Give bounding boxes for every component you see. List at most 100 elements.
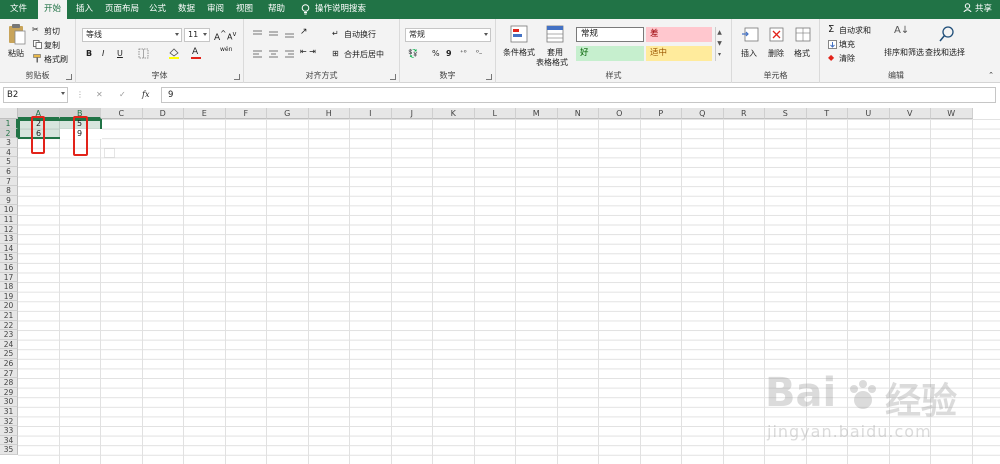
tell-me-search[interactable]: 操作说明搜索: [315, 0, 366, 19]
horizontal-align-icon[interactable]: [252, 49, 294, 59]
column-header-o[interactable]: O: [599, 108, 641, 119]
row-header[interactable]: 30: [0, 397, 18, 407]
row-header[interactable]: 8: [0, 186, 18, 196]
collapse-ribbon-icon[interactable]: ⌃: [988, 71, 994, 79]
column-header-k[interactable]: K: [433, 108, 475, 119]
row-header[interactable]: 12: [0, 224, 18, 235]
tab-review[interactable]: 审阅: [201, 0, 230, 19]
select-all-corner[interactable]: [0, 108, 18, 119]
row-header[interactable]: 6: [0, 167, 18, 177]
tab-view[interactable]: 视图: [230, 0, 259, 19]
style-bad[interactable]: 差: [646, 27, 712, 42]
column-header-j[interactable]: J: [391, 108, 433, 119]
row-header[interactable]: 26: [0, 359, 18, 369]
row-header[interactable]: 32: [0, 416, 18, 427]
styles-scroll[interactable]: ▲ ▼ ▾: [715, 27, 723, 61]
clear-button[interactable]: ◆ 清除: [828, 53, 888, 65]
bold-button[interactable]: B: [86, 49, 92, 58]
column-header-v[interactable]: V: [889, 108, 931, 119]
column-header-u[interactable]: U: [848, 108, 890, 119]
row-header[interactable]: 19: [0, 291, 18, 302]
column-header-n[interactable]: N: [557, 108, 599, 119]
style-neutral[interactable]: 适中: [646, 46, 712, 61]
tab-insert[interactable]: 插入: [70, 0, 99, 19]
row-header[interactable]: 14: [0, 243, 18, 254]
column-header-l[interactable]: L: [474, 108, 516, 119]
decrease-decimal-icon[interactable]: ⁰₋: [476, 49, 483, 57]
number-format-select[interactable]: 常规: [405, 28, 491, 42]
formula-input[interactable]: 9: [161, 87, 996, 103]
clipboard-launcher-icon[interactable]: [66, 74, 72, 80]
column-header-g[interactable]: G: [267, 108, 309, 119]
underline-button[interactable]: U: [117, 49, 123, 58]
row-header[interactable]: 35: [0, 445, 18, 455]
find-select-button[interactable]: 查找和选择: [924, 23, 970, 67]
tab-data[interactable]: 数据: [172, 0, 201, 19]
increase-decimal-icon[interactable]: ⁺⁰: [460, 49, 467, 57]
column-header-w[interactable]: W: [931, 108, 973, 119]
column-header-e[interactable]: E: [184, 108, 226, 119]
row-header[interactable]: 27: [0, 368, 18, 379]
currency-icon[interactable]: 💱: [408, 49, 418, 58]
enter-icon[interactable]: ✓: [119, 90, 126, 99]
vertical-align-icon[interactable]: [252, 29, 294, 39]
font-color-button[interactable]: A: [190, 46, 202, 60]
autosum-button[interactable]: Σ 自动求和: [828, 24, 888, 37]
row-header[interactable]: 29: [0, 387, 18, 398]
style-good[interactable]: 好: [576, 46, 644, 61]
name-box[interactable]: B2: [3, 87, 68, 103]
font-launcher-icon[interactable]: [234, 74, 240, 80]
conditional-format-button[interactable]: 条件格式: [501, 23, 537, 69]
border-icon[interactable]: [138, 48, 150, 59]
row-header[interactable]: 20: [0, 301, 18, 311]
style-normal[interactable]: 常规: [576, 27, 644, 42]
row-header[interactable]: 34: [0, 435, 18, 446]
copy-button[interactable]: 复制: [32, 39, 72, 50]
row-header[interactable]: 1: [0, 119, 18, 129]
paste-button[interactable]: 粘贴: [6, 23, 28, 67]
italic-button[interactable]: I: [102, 49, 104, 58]
row-header[interactable]: 7: [0, 176, 18, 187]
row-header[interactable]: 28: [0, 378, 18, 388]
grow-font-button[interactable]: A^: [214, 29, 226, 43]
percent-button[interactable]: %: [432, 49, 440, 58]
tab-formulas[interactable]: 公式: [143, 0, 172, 19]
quick-analysis-icon[interactable]: [104, 148, 115, 158]
wrap-text-button[interactable]: ↵ 自动换行: [332, 29, 396, 41]
row-header[interactable]: 17: [0, 272, 18, 283]
tab-file[interactable]: 文件: [4, 0, 33, 19]
share-button[interactable]: 共享: [963, 0, 992, 19]
cut-button[interactable]: ✂ 剪切: [32, 25, 72, 36]
alignment-launcher-icon[interactable]: [390, 74, 396, 80]
font-size-select[interactable]: 11: [184, 28, 210, 42]
column-header-p[interactable]: P: [640, 108, 682, 119]
shrink-font-button[interactable]: Av: [227, 30, 236, 42]
phonetic-button[interactable]: wén: [220, 46, 232, 53]
row-header[interactable]: 24: [0, 339, 18, 350]
column-header-h[interactable]: H: [308, 108, 350, 119]
insert-function-icon[interactable]: fx: [142, 90, 149, 99]
row-header[interactable]: 16: [0, 263, 18, 273]
row-header[interactable]: 18: [0, 282, 18, 292]
row-header[interactable]: 10: [0, 205, 18, 215]
merge-center-button[interactable]: ⊞ 合并后居中: [332, 49, 398, 61]
tab-page-layout[interactable]: 页面布局: [99, 0, 145, 19]
insert-cells-button[interactable]: 插入: [737, 23, 763, 67]
row-header[interactable]: 9: [0, 195, 18, 206]
column-header-m[interactable]: M: [516, 108, 558, 119]
column-header-r[interactable]: R: [723, 108, 765, 119]
column-header-q[interactable]: Q: [682, 108, 724, 119]
row-header[interactable]: 22: [0, 320, 18, 331]
sort-filter-button[interactable]: A↓ 排序和筛选: [882, 23, 926, 67]
indent-icon[interactable]: ⇤ ⇥: [300, 47, 316, 56]
column-header-d[interactable]: D: [142, 108, 184, 119]
column-header-i[interactable]: I: [350, 108, 392, 119]
delete-cells-button[interactable]: 删除: [764, 23, 790, 67]
fill-color-icon[interactable]: [168, 47, 180, 59]
tab-home[interactable]: 开始: [38, 0, 68, 19]
cancel-icon[interactable]: ✕: [96, 90, 103, 99]
comma-button[interactable]: 9: [446, 49, 452, 58]
fill-button[interactable]: 填充: [828, 39, 888, 51]
row-header[interactable]: 21: [0, 311, 18, 321]
format-painter-button[interactable]: 格式刷: [32, 53, 74, 64]
